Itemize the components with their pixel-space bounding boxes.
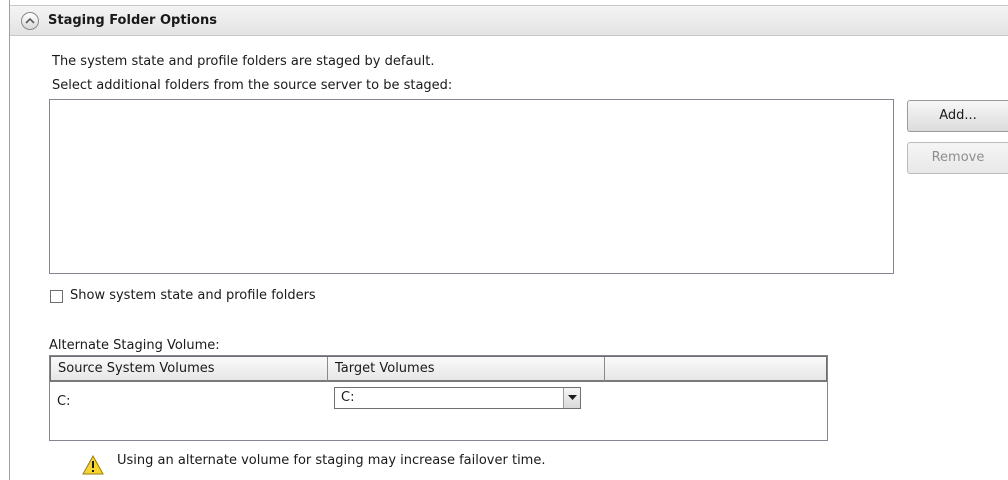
grid-header: Source System Volumes Target Volumes xyxy=(50,356,827,382)
alternate-volume-grid: Source System Volumes Target Volumes C: … xyxy=(49,355,828,441)
show-folders-label: Show system state and profile folders xyxy=(70,288,316,303)
section-title: Staging Folder Options xyxy=(48,13,217,28)
source-volume-cell: C: xyxy=(57,394,71,409)
column-header-target[interactable]: Target Volumes xyxy=(328,357,605,381)
column-header-source[interactable]: Source System Volumes xyxy=(51,357,328,381)
add-button[interactable]: Add... xyxy=(907,100,1008,132)
alternate-volume-label: Alternate Staging Volume: xyxy=(49,338,220,353)
collapse-button[interactable] xyxy=(21,12,39,30)
warning-text: Using an alternate volume for staging ma… xyxy=(117,453,546,468)
dropdown-button[interactable] xyxy=(563,388,580,408)
section-header: Staging Folder Options xyxy=(10,5,1008,36)
column-header-empty xyxy=(605,357,826,381)
panel-border xyxy=(9,0,10,480)
info-text-default: The system state and profile folders are… xyxy=(52,54,435,69)
chevron-up-icon xyxy=(25,17,35,24)
target-volume-value: C: xyxy=(341,390,355,405)
chevron-down-icon xyxy=(568,395,577,400)
show-folders-checkbox[interactable] xyxy=(50,290,63,303)
remove-button[interactable]: Remove xyxy=(907,142,1008,174)
staging-folder-list[interactable] xyxy=(49,99,894,274)
info-text-select: Select additional folders from the sourc… xyxy=(52,78,453,93)
target-volume-select[interactable]: C: xyxy=(334,387,581,409)
warning-icon xyxy=(82,455,104,475)
